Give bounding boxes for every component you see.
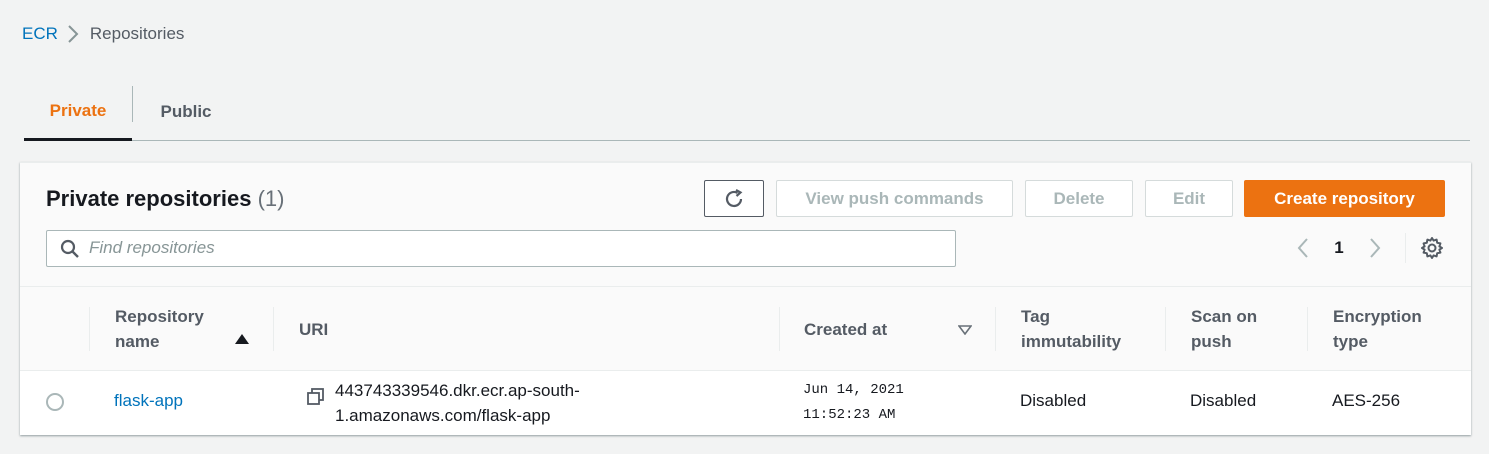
sort-caret-down-icon — [958, 325, 972, 335]
view-push-commands-button[interactable]: View push commands — [776, 180, 1013, 217]
column-header-uri[interactable]: URI — [299, 287, 769, 371]
column-header-line: Tag — [1021, 307, 1050, 326]
created-date: Jun 14, 2021 — [803, 382, 904, 398]
column-header-line: Repository — [115, 307, 204, 326]
repository-name-link[interactable]: flask-app — [114, 391, 183, 411]
uri-line: 443743339546.dkr.ecr.ap-south- — [335, 381, 580, 400]
encryption-type-value: AES-256 — [1332, 391, 1401, 410]
repository-uri: 443743339546.dkr.ecr.ap-south- 1.amazona… — [335, 378, 580, 428]
column-header-repository-name[interactable]: Repository name — [115, 287, 255, 371]
column-header-scan-on-push[interactable]: Scan on push — [1191, 287, 1301, 371]
refresh-icon — [725, 188, 743, 207]
refresh-button[interactable] — [704, 180, 764, 217]
pagination: 1 — [1290, 235, 1388, 261]
previous-page-icon[interactable] — [1290, 235, 1316, 261]
create-repository-button[interactable]: Create repository — [1244, 180, 1445, 217]
column-header-line: push — [1191, 332, 1232, 351]
column-header-line: Encryption — [1333, 307, 1422, 326]
column-header-label: Repository name — [115, 304, 204, 354]
column-divider — [1307, 307, 1308, 351]
column-header-line: type — [1333, 332, 1368, 351]
table-header: Repository name URI Created at Tag immut… — [20, 287, 1471, 371]
sort-ascending-icon — [235, 334, 249, 344]
breadcrumb-ecr-link[interactable]: ECR — [22, 24, 58, 44]
column-divider — [89, 307, 90, 351]
column-header-line: immutability — [1021, 332, 1122, 351]
column-header-label: Scan on push — [1191, 304, 1257, 354]
breadcrumb: ECR Repositories — [22, 24, 184, 44]
column-header-label: Created at — [804, 319, 888, 339]
column-header-encryption-type[interactable]: Encryption type — [1333, 287, 1453, 371]
column-divider — [779, 307, 780, 351]
search-icon — [60, 239, 80, 264]
column-header-line: name — [115, 332, 160, 351]
copy-icon[interactable] — [306, 387, 326, 412]
gear-icon[interactable] — [1420, 236, 1444, 265]
scan-on-push-value: Disabled — [1190, 391, 1257, 410]
column-header-created-at[interactable]: Created at — [804, 287, 994, 371]
search-input[interactable] — [89, 233, 939, 263]
tab-public[interactable]: Public — [134, 84, 238, 140]
repository-tabs: Private Public — [24, 84, 1470, 141]
private-repositories-panel: Private repositories (1) View push comma… — [20, 162, 1471, 435]
edit-button[interactable]: Edit — [1145, 180, 1233, 217]
panel-title-text: Private repositories — [46, 186, 252, 211]
search-box — [46, 230, 956, 267]
column-header-tag-immutability[interactable]: Tag immutability — [1021, 287, 1161, 371]
tab-private[interactable]: Private — [24, 84, 132, 141]
current-page[interactable]: 1 — [1316, 238, 1362, 258]
repository-count: (1) — [257, 186, 285, 211]
column-header-label: Tag immutability — [1021, 304, 1121, 354]
chevron-right-icon — [58, 25, 88, 43]
column-divider — [995, 307, 996, 351]
tab-divider — [132, 86, 133, 122]
breadcrumb-current: Repositories — [89, 24, 185, 43]
column-divider — [1165, 307, 1166, 351]
delete-button[interactable]: Delete — [1025, 180, 1133, 217]
created-time: 11:52:23 AM — [803, 407, 896, 423]
panel-title: Private repositories (1) — [46, 186, 284, 212]
column-header-label: Encryption type — [1333, 304, 1422, 354]
uri-line: 1.amazonaws.com/flask-app — [335, 406, 551, 425]
column-divider — [273, 307, 274, 351]
row-select-radio[interactable] — [46, 393, 64, 411]
table-row: flask-app 443743339546.dkr.ecr.ap-south-… — [20, 371, 1471, 435]
created-at-value: Jun 14, 2021 11:52:23 AM — [803, 378, 904, 428]
pagination-divider — [1405, 233, 1406, 263]
next-page-icon[interactable] — [1362, 235, 1388, 261]
column-header-line: Scan on — [1191, 307, 1258, 326]
tag-immutability-value: Disabled — [1020, 391, 1087, 410]
